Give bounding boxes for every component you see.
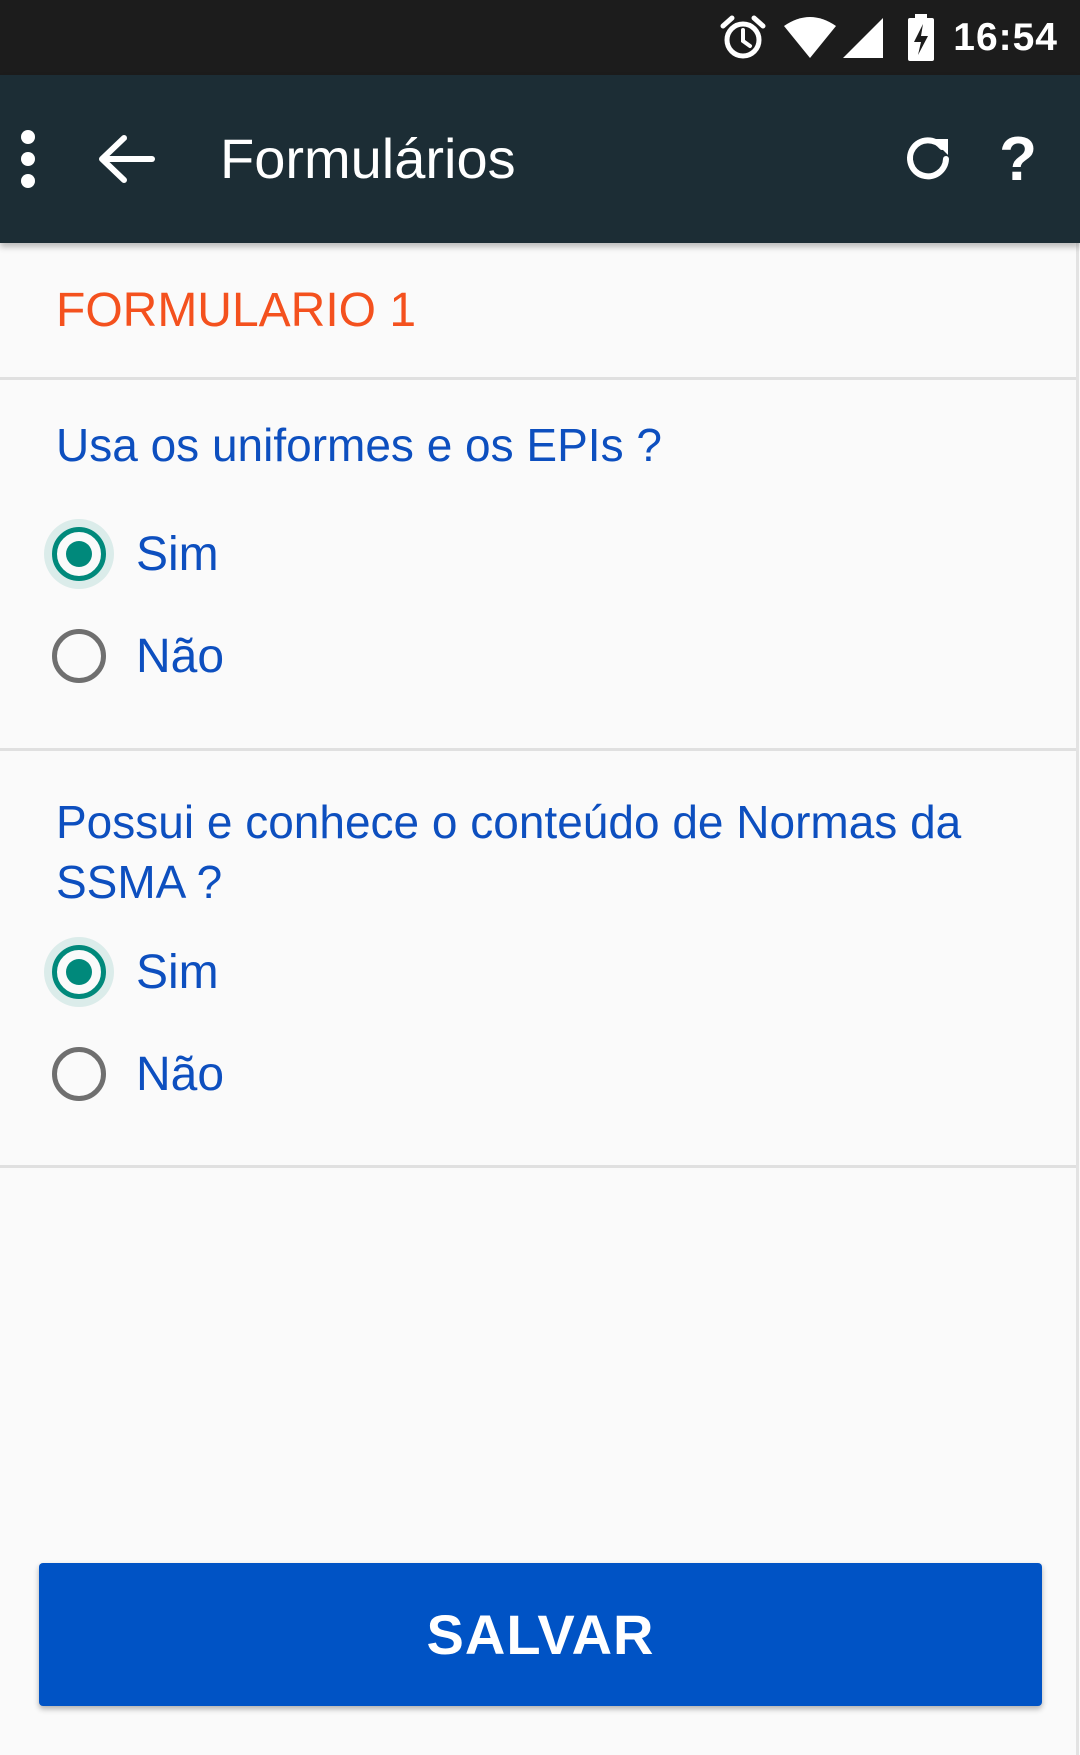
form-content: FORMULARIO 1 Usa os uniformes e os EPIs … xyxy=(0,243,1079,1755)
page-title: Formulários xyxy=(220,127,516,190)
help-label: ? xyxy=(999,124,1037,194)
arrow-back-icon[interactable] xyxy=(90,119,162,199)
save-button[interactable]: SALVAR xyxy=(39,1563,1042,1706)
question-1-text: Usa os uniformes e os EPIs ? xyxy=(56,419,662,471)
option-label: Sim xyxy=(136,527,219,581)
option-label: Não xyxy=(136,1047,225,1101)
question-2-text: Possui e conhece o conteúdo de Normas da… xyxy=(56,796,962,908)
cell-signal-icon xyxy=(841,16,885,60)
option-label: Sim xyxy=(136,945,219,999)
question-1-option-sim[interactable]: Sim xyxy=(52,524,219,584)
battery-charging-icon xyxy=(907,13,935,62)
option-label: Não xyxy=(136,629,225,683)
radio-unchecked[interactable] xyxy=(52,1047,106,1101)
status-bar: 16:54 xyxy=(0,0,1080,75)
refresh-icon[interactable] xyxy=(896,119,960,199)
alarm-icon xyxy=(719,14,767,62)
radio-unchecked[interactable] xyxy=(52,629,106,683)
divider xyxy=(0,748,1076,751)
radio-checked[interactable] xyxy=(52,527,106,581)
form-title: FORMULARIO 1 xyxy=(56,284,417,337)
status-icons: 16:54 xyxy=(719,0,1058,75)
status-time: 16:54 xyxy=(953,15,1058,59)
radio-checked[interactable] xyxy=(52,945,106,999)
more-vert-icon[interactable] xyxy=(0,119,56,199)
question-1-option-nao[interactable]: Não xyxy=(52,626,224,686)
app-bar: Formulários ? xyxy=(0,75,1080,243)
question-2-option-sim[interactable]: Sim xyxy=(52,942,219,1002)
question-2-option-nao[interactable]: Não xyxy=(52,1044,224,1104)
divider xyxy=(0,377,1076,380)
help-icon[interactable]: ? xyxy=(990,119,1046,199)
wifi-icon xyxy=(783,16,837,60)
divider xyxy=(0,1165,1076,1168)
